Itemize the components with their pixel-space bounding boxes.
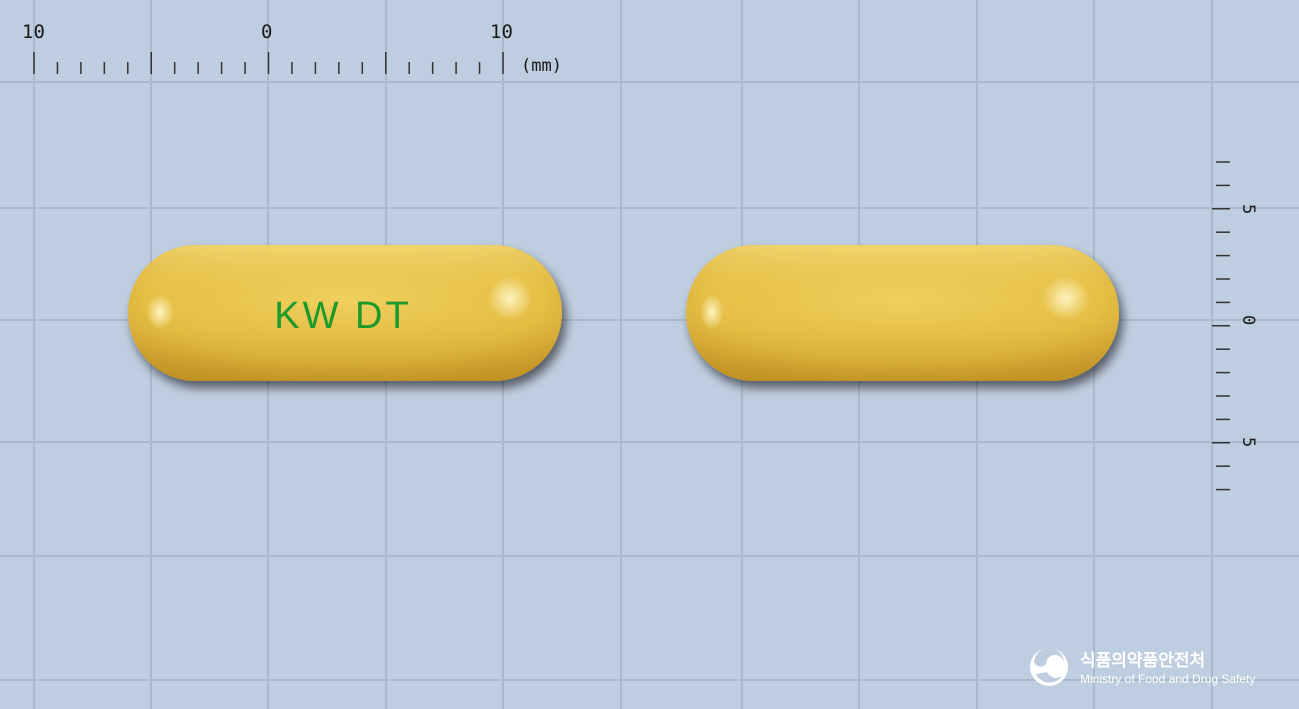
- ruler-unit: (mm): [521, 56, 562, 76]
- vertical-ruler: [1212, 161, 1230, 491]
- vruler-label-top: 5: [1238, 204, 1258, 214]
- horizontal-ruler: [33, 52, 504, 74]
- vruler-label-center: 0: [1238, 315, 1258, 325]
- logo-korean: 식품의약품안전처: [1080, 650, 1205, 671]
- ruler-label-right: 10: [490, 21, 513, 43]
- pill-front: KW DT: [128, 245, 562, 381]
- mfds-emblem-icon: [1030, 647, 1068, 686]
- ruler-label-left: 10: [22, 21, 45, 43]
- logo-english: Ministry of Food and Drug Safety: [1080, 672, 1255, 686]
- photo-canvas: 10 0 10 (mm) 5 0 5 KW DT 식품의약품안전처 Minist…: [0, 0, 1299, 709]
- pill-imprint: KW DT: [274, 295, 411, 337]
- pill-back: [686, 245, 1119, 381]
- vruler-label-bottom: 5: [1238, 437, 1258, 447]
- ruler-label-center: 0: [261, 21, 272, 43]
- pill-photo: 10 0 10 (mm) 5 0 5 KW DT 식품의약품안전처 Minist…: [0, 0, 1299, 709]
